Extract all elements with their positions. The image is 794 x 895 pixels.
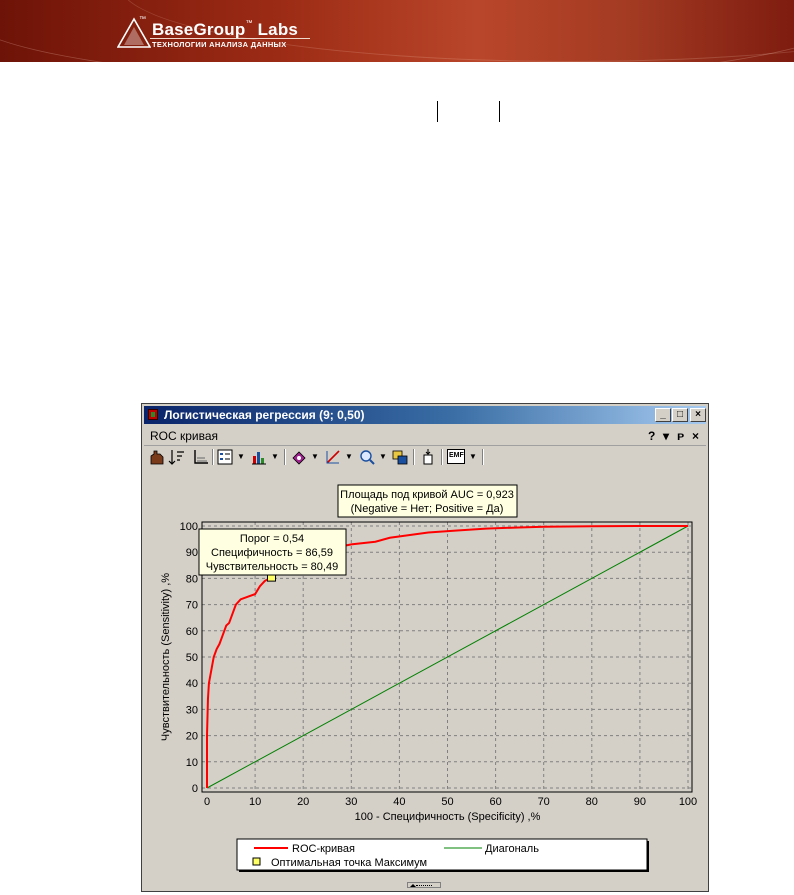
brand-tm: ™ (139, 16, 146, 23)
bar-chart-icon[interactable] (250, 448, 268, 466)
toolbar-separator (482, 449, 484, 465)
splitter-handle[interactable] (407, 882, 441, 888)
roc-window: Логистическая регрессия (9; 0,50) _ □ × … (141, 403, 709, 892)
x-axis-label: 100 - Специфичность (Specificity) ,% (355, 811, 541, 823)
chevron-down-icon[interactable]: ▼ (237, 448, 245, 466)
toolbar-separator (413, 449, 415, 465)
legend-diagonal-label: Диагональ (485, 843, 539, 855)
toolbar-separator (284, 449, 286, 465)
brand-name: BaseGroup™ Labs (152, 20, 298, 40)
y-tick-label: 70 (186, 600, 198, 612)
auc-classes: (Negative = Нет; Positive = Да) (351, 503, 504, 515)
brand-underline (150, 38, 310, 39)
pane-title: ROC кривая (150, 429, 219, 443)
chevron-down-icon[interactable]: ▼ (379, 448, 387, 466)
x-tick-label: 50 (441, 796, 453, 808)
tooltip-sensitivity: Чувствительность = 80,49 (206, 561, 338, 573)
chevron-down-icon[interactable]: ▼ (345, 448, 353, 466)
x-tick-label: 100 (679, 796, 697, 808)
brand-banner: ™ BaseGroup™ Labs ТЕХНОЛОГИИ АНАЛИЗА ДАН… (0, 0, 794, 62)
close-button[interactable]: × (690, 408, 706, 422)
text-separator (437, 101, 438, 122)
text-separator (499, 101, 500, 122)
x-tick-label: 0 (204, 796, 210, 808)
chart-area: 0 10 20 30 40 50 60 70 80 90 100 0 10 20 30 40 50 60 70 80 9… (144, 470, 706, 883)
brand-name-text: BaseGroup (152, 20, 246, 39)
chevron-down-icon[interactable]: ▼ (271, 448, 279, 466)
x-tick-label: 30 (345, 796, 357, 808)
x-tick-label: 80 (586, 796, 598, 808)
minimize-button[interactable]: _ (655, 408, 671, 422)
threshold-tooltip: Порог = 0,54 Специфичность = 86,59 Чувст… (198, 528, 347, 576)
x-tick-label: 60 (489, 796, 501, 808)
y-tick-label: 80 (186, 573, 198, 585)
x-tick-label: 20 (297, 796, 309, 808)
y-tick-label: 0 (192, 783, 198, 795)
y-tick-label: 100 (180, 521, 198, 533)
chevron-down-icon[interactable]: ▼ (311, 448, 319, 466)
help-icon[interactable]: ? (648, 429, 655, 443)
emf-icon[interactable]: EMF (447, 449, 465, 464)
tooltip-specificity: Специфичность = 86,59 (211, 547, 333, 559)
y-tick-label: 20 (186, 731, 198, 743)
copy-icon[interactable] (391, 448, 409, 466)
chart-legend: ROC-кривая Диагональ Оптимальная точка М… (236, 838, 649, 872)
brand-tagline: ТЕХНОЛОГИИ АНАЛИЗА ДАННЫХ (152, 40, 287, 49)
window-titlebar[interactable]: Логистическая регрессия (9; 0,50) _ □ × (144, 406, 706, 424)
y-tick-label: 30 (186, 704, 198, 716)
legend-optimal-swatch (252, 857, 261, 866)
legend-roc-label: ROC-кривая (292, 843, 355, 855)
y-tick-label: 10 (186, 757, 198, 769)
auc-text: Площадь под кривой AUC = 0,923 (340, 489, 514, 501)
roc-chart[interactable]: 0 10 20 30 40 50 60 70 80 90 100 0 10 20 30 40 50 60 70 80 9… (144, 470, 706, 883)
x-tick-label: 10 (249, 796, 261, 808)
chevron-down-icon[interactable]: ▼ (469, 448, 477, 466)
brand-tm-mark: ™ (245, 20, 253, 27)
close-icon[interactable]: × (692, 429, 699, 443)
y-tick-label: 40 (186, 678, 198, 690)
chart-toolbar: ▼ ▼ ▼ ▼ ▼ EMF ▼ (144, 446, 706, 468)
y-tick-label: 60 (186, 626, 198, 638)
legend-optimal-label: Оптимальная точка Максимум (271, 857, 427, 869)
app-icon (148, 409, 158, 420)
line-color-icon[interactable] (324, 448, 342, 466)
palette-icon[interactable] (290, 448, 308, 466)
x-tick-label: 70 (538, 796, 550, 808)
x-tick-label: 90 (634, 796, 646, 808)
pin-icon[interactable]: ᴘ (677, 429, 684, 443)
sort-icon[interactable] (168, 448, 186, 466)
pane-header: ROC кривая ? ▾ ᴘ × (144, 426, 706, 446)
x-tick-label: 40 (393, 796, 405, 808)
auc-annotation: Площадь под кривой AUC = 0,923 (Negative… (337, 484, 518, 518)
emf-label: EMF (449, 452, 464, 459)
y-tick-label: 50 (186, 652, 198, 664)
brand-suffix: Labs (257, 20, 299, 39)
toolbar-separator (212, 449, 214, 465)
maximize-button[interactable]: □ (672, 408, 688, 422)
axes-icon[interactable] (192, 448, 210, 466)
zoom-icon[interactable] (358, 448, 376, 466)
hand-icon[interactable] (148, 448, 166, 466)
tooltip-threshold: Порог = 0,54 (240, 533, 304, 545)
export-icon[interactable] (419, 448, 437, 466)
y-tick-label: 90 (186, 547, 198, 559)
toolbar-separator (441, 449, 443, 465)
y-axis-label: Чувствительность (Sensitivity) ,% (160, 573, 172, 741)
chevron-down-icon[interactable]: ▾ (663, 429, 669, 443)
window-title: Логистическая регрессия (9; 0,50) (164, 408, 365, 422)
legend-icon[interactable] (216, 448, 234, 466)
